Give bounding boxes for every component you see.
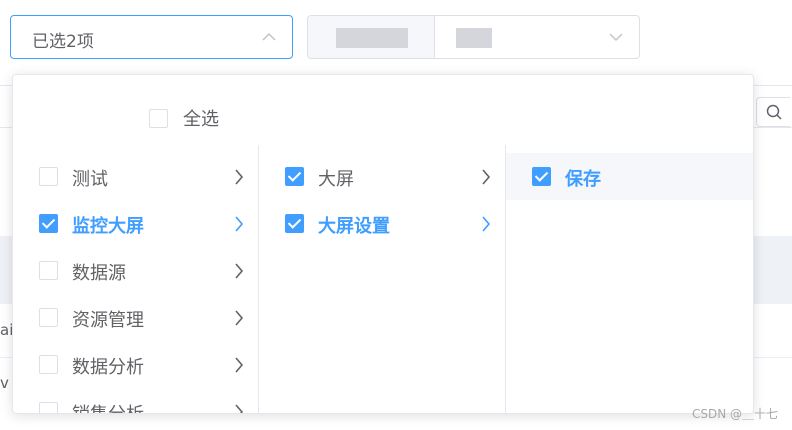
checkbox[interactable] [39,214,58,233]
cascader-node[interactable]: 保存 [506,153,753,200]
chevron-right-icon [482,216,491,232]
table-cell-text: v [0,374,9,392]
checkbox[interactable] [149,108,168,128]
chevron-right-icon [235,263,244,279]
node-label: 大屏 [318,169,354,190]
cascader-node[interactable]: 监控大屏 [13,200,258,247]
cascader-select[interactable]: 已选2项 [10,15,293,59]
chevron-right-icon [235,169,244,185]
cascader-node[interactable]: 数据源 [13,247,258,294]
cascader-node[interactable]: 数据分析 [13,341,258,388]
select-all-label: 全选 [183,109,219,130]
select-prefix [308,16,435,58]
checkbox[interactable] [39,308,58,327]
cascader-dropdown: 全选 测试 监控大屏 数据源 资源管理 数据分析 大屏 大屏设置 保存 [12,74,754,414]
checkbox[interactable] [39,402,58,413]
cascader-panel-level-3: 保存 [506,145,753,413]
checkbox[interactable] [532,167,551,186]
blurred-text [456,28,492,48]
node-label: 销售分析 [72,400,144,413]
chevron-right-icon [482,169,491,185]
chevron-right-icon [235,310,244,326]
chevron-up-icon [262,32,276,41]
chevron-right-icon [235,357,244,373]
node-label: 测试 [72,169,108,190]
checkbox[interactable] [285,167,304,186]
cascader-panel-level-1: 测试 监控大屏 数据源 资源管理 数据分析 销售分析 [13,145,259,413]
chevron-right-icon [235,404,244,413]
checkbox[interactable] [39,167,58,186]
checkbox[interactable] [39,355,58,374]
node-label: 资源管理 [72,310,144,331]
node-label: 数据源 [72,263,126,284]
cascader-node[interactable]: 大屏设置 [259,200,505,247]
search-icon [766,104,782,120]
cascader-panel-level-2: 大屏 大屏设置 [259,145,506,413]
cascader-node[interactable]: 资源管理 [13,294,258,341]
cascader-selected-value: 已选2项 [32,32,94,52]
cascader-node[interactable]: 大屏 [259,153,505,200]
node-label: 数据分析 [72,357,144,378]
cascader-node[interactable]: 销售分析 [13,388,258,413]
checkbox[interactable] [285,214,304,233]
chevron-down-icon [609,33,623,42]
search-button[interactable] [756,97,790,127]
cascader-node[interactable]: 测试 [13,153,258,200]
node-label: 监控大屏 [72,216,144,237]
secondary-select[interactable] [307,15,640,59]
node-label: 大屏设置 [318,216,390,237]
node-label: 保存 [565,169,601,190]
blurred-text [336,28,408,48]
checkbox[interactable] [39,261,58,280]
select-all-checkbox[interactable]: 全选 [149,105,219,131]
watermark: CSDN @＿十七 [691,407,778,421]
chevron-right-icon [235,216,244,232]
